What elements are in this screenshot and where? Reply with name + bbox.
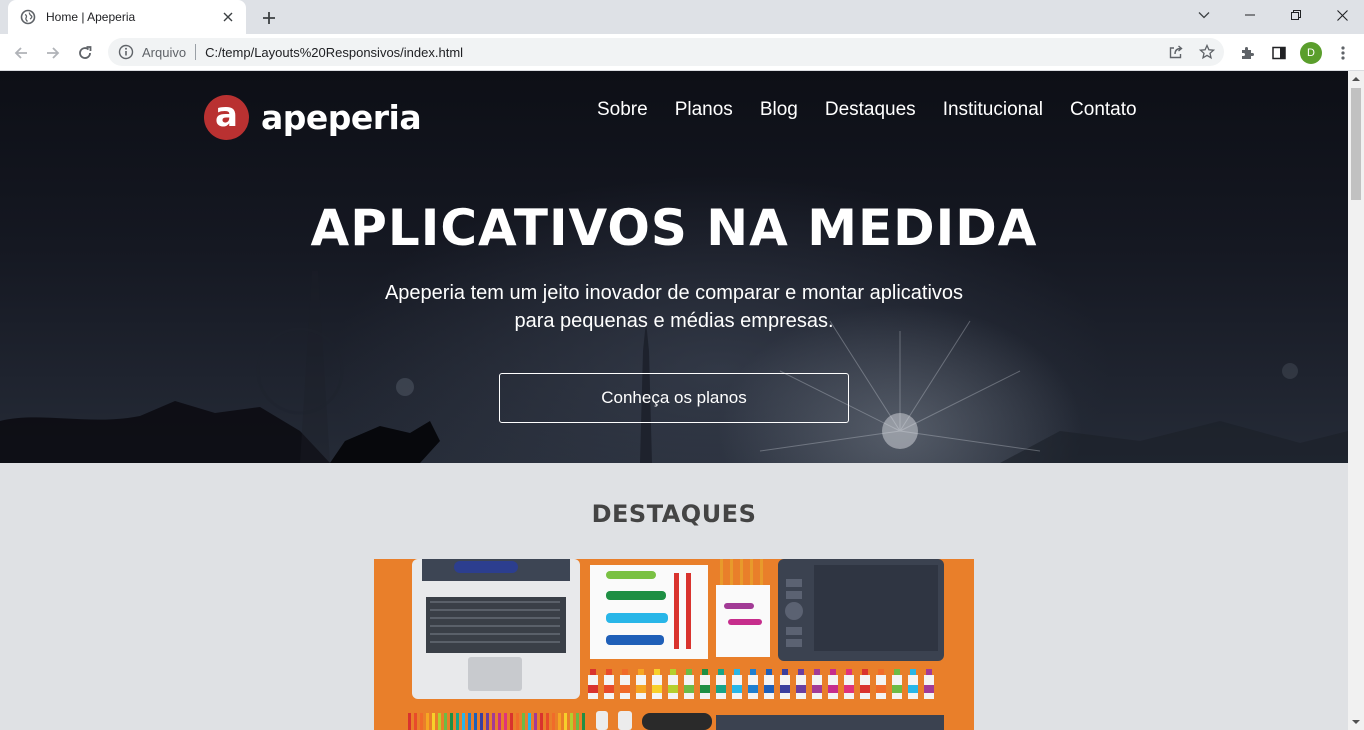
nav-link-planos[interactable]: Planos bbox=[675, 99, 733, 121]
hero-title: APLICATIVOS NA MEDIDA bbox=[310, 199, 1038, 257]
nav-link-destaques[interactable]: Destaques bbox=[825, 99, 916, 121]
hero-section: a apeperia Sobre Planos Blog Destaques I… bbox=[0, 71, 1348, 463]
forward-button[interactable] bbox=[40, 40, 66, 66]
menu-kebab-icon[interactable] bbox=[1330, 40, 1356, 66]
close-window-button[interactable] bbox=[1319, 0, 1364, 30]
site-logo[interactable]: a apeperia bbox=[204, 95, 422, 140]
globe-icon bbox=[20, 9, 36, 25]
address-url[interactable]: C:/temp/Layouts%20Responsivos/index.html bbox=[205, 45, 463, 60]
new-tab-button[interactable] bbox=[258, 7, 280, 29]
hero-subtitle: Apeperia tem um jeito inovador de compar… bbox=[384, 282, 964, 332]
browser-toolbar: Arquivo C:/temp/Layouts%20Responsivos/in… bbox=[0, 34, 1364, 71]
address-separator bbox=[195, 44, 197, 60]
share-icon[interactable] bbox=[1162, 38, 1190, 66]
scroll-up-icon[interactable] bbox=[1348, 71, 1364, 87]
tab-title: Home | Apeperia bbox=[46, 10, 136, 24]
tab-search-button[interactable] bbox=[1181, 0, 1227, 30]
bookmark-star-icon[interactable] bbox=[1193, 38, 1221, 66]
minimize-button[interactable] bbox=[1227, 0, 1273, 30]
highlight-image[interactable] bbox=[374, 559, 974, 730]
avatar[interactable]: D bbox=[1300, 42, 1322, 64]
side-panel-icon[interactable] bbox=[1266, 40, 1292, 66]
page-viewport: a apeperia Sobre Planos Blog Destaques I… bbox=[0, 71, 1348, 730]
page-scrollbar[interactable] bbox=[1348, 71, 1364, 730]
highlights-title: DESTAQUES bbox=[591, 500, 757, 528]
close-icon[interactable] bbox=[220, 9, 236, 25]
scroll-down-icon[interactable] bbox=[1348, 714, 1364, 730]
designer-desk-illustration bbox=[408, 559, 944, 730]
plans-cta-button[interactable]: Conheça os planos bbox=[499, 373, 849, 423]
reload-button[interactable] bbox=[72, 40, 98, 66]
main-nav: Sobre Planos Blog Destaques Instituciona… bbox=[597, 99, 1164, 121]
address-bar[interactable]: Arquivo C:/temp/Layouts%20Responsivos/in… bbox=[108, 38, 1224, 66]
address-scheme: Arquivo bbox=[142, 44, 187, 60]
browser-tab[interactable]: Home | Apeperia bbox=[8, 0, 246, 34]
nav-link-contato[interactable]: Contato bbox=[1070, 99, 1137, 121]
back-button[interactable] bbox=[8, 40, 34, 66]
restore-button[interactable] bbox=[1273, 0, 1319, 30]
nav-link-blog[interactable]: Blog bbox=[760, 99, 798, 121]
extensions-icon[interactable] bbox=[1234, 40, 1260, 66]
scrollbar-thumb[interactable] bbox=[1351, 88, 1361, 200]
nav-link-institucional[interactable]: Institucional bbox=[943, 99, 1043, 121]
logo-mark: a bbox=[204, 95, 249, 140]
info-icon[interactable] bbox=[118, 44, 134, 60]
nav-link-sobre[interactable]: Sobre bbox=[597, 99, 648, 121]
logo-wordmark: apeperia bbox=[261, 98, 422, 137]
tab-strip: Home | Apeperia bbox=[0, 0, 1364, 34]
